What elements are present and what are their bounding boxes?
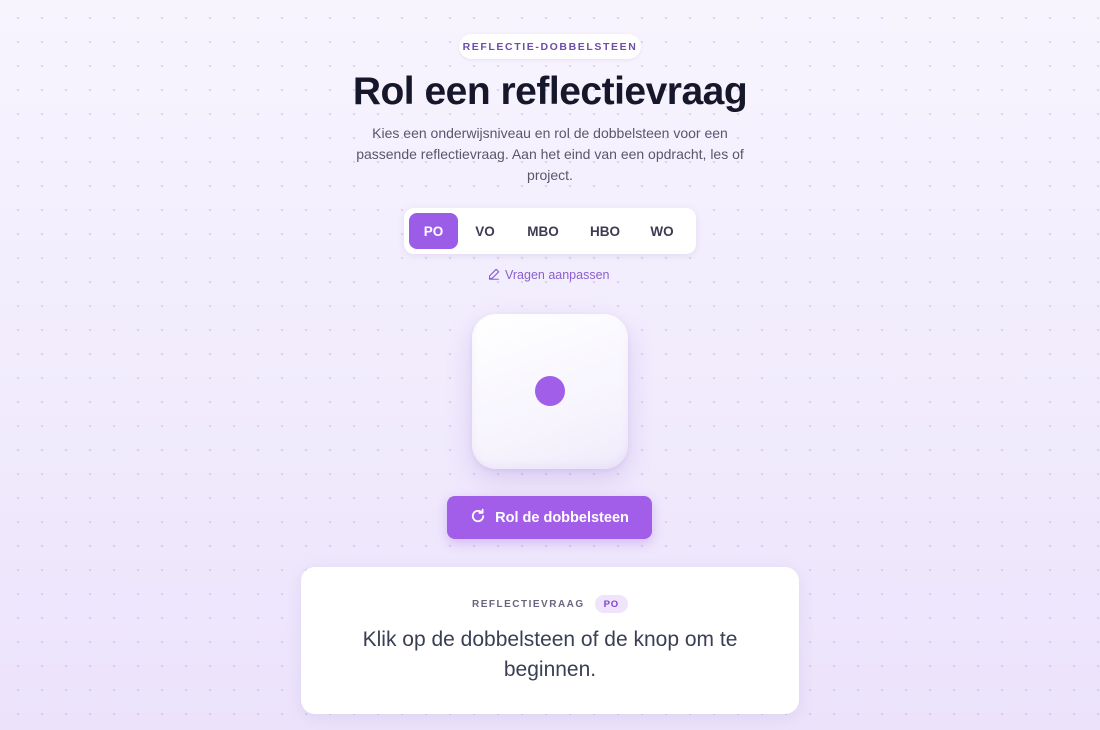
- level-tab-wo[interactable]: WO: [636, 213, 688, 249]
- level-selector: PO VO MBO HBO WO: [404, 208, 696, 254]
- level-tab-vo[interactable]: VO: [458, 213, 512, 249]
- dice[interactable]: [472, 314, 628, 469]
- edit-questions-label: Vragen aanpassen: [505, 268, 610, 282]
- result-card-label: REFLECTIEVRAAG: [472, 598, 585, 610]
- page-title: Rol een reflectievraag: [352, 70, 748, 113]
- edit-questions-link[interactable]: Vragen aanpassen: [488, 266, 609, 284]
- roll-dice-label: Rol de dobbelsteen: [495, 509, 629, 526]
- refresh-icon: [470, 508, 495, 528]
- level-tab-mbo[interactable]: MBO: [512, 213, 574, 249]
- level-tab-po[interactable]: PO: [409, 213, 458, 249]
- pencil-icon: [488, 268, 505, 283]
- question-text: Klik op de dobbelsteen of de knop om te …: [362, 628, 738, 681]
- level-tab-hbo[interactable]: HBO: [574, 213, 636, 249]
- page: REFLECTIE-DOBBELSTEEN Rol een reflectiev…: [0, 0, 1100, 730]
- result-card-header: REFLECTIEVRAAG PO: [301, 594, 799, 614]
- eyebrow-badge: REFLECTIE-DOBBELSTEEN: [459, 34, 641, 59]
- roll-dice-button[interactable]: Rol de dobbelsteen: [447, 496, 652, 539]
- result-card: REFLECTIEVRAAG PO Klik op de dobbelsteen…: [301, 567, 799, 714]
- dice-pip: [535, 376, 565, 406]
- level-badge: PO: [594, 595, 628, 613]
- page-subtitle: Kies een onderwijsniveau en rol de dobbe…: [356, 125, 744, 183]
